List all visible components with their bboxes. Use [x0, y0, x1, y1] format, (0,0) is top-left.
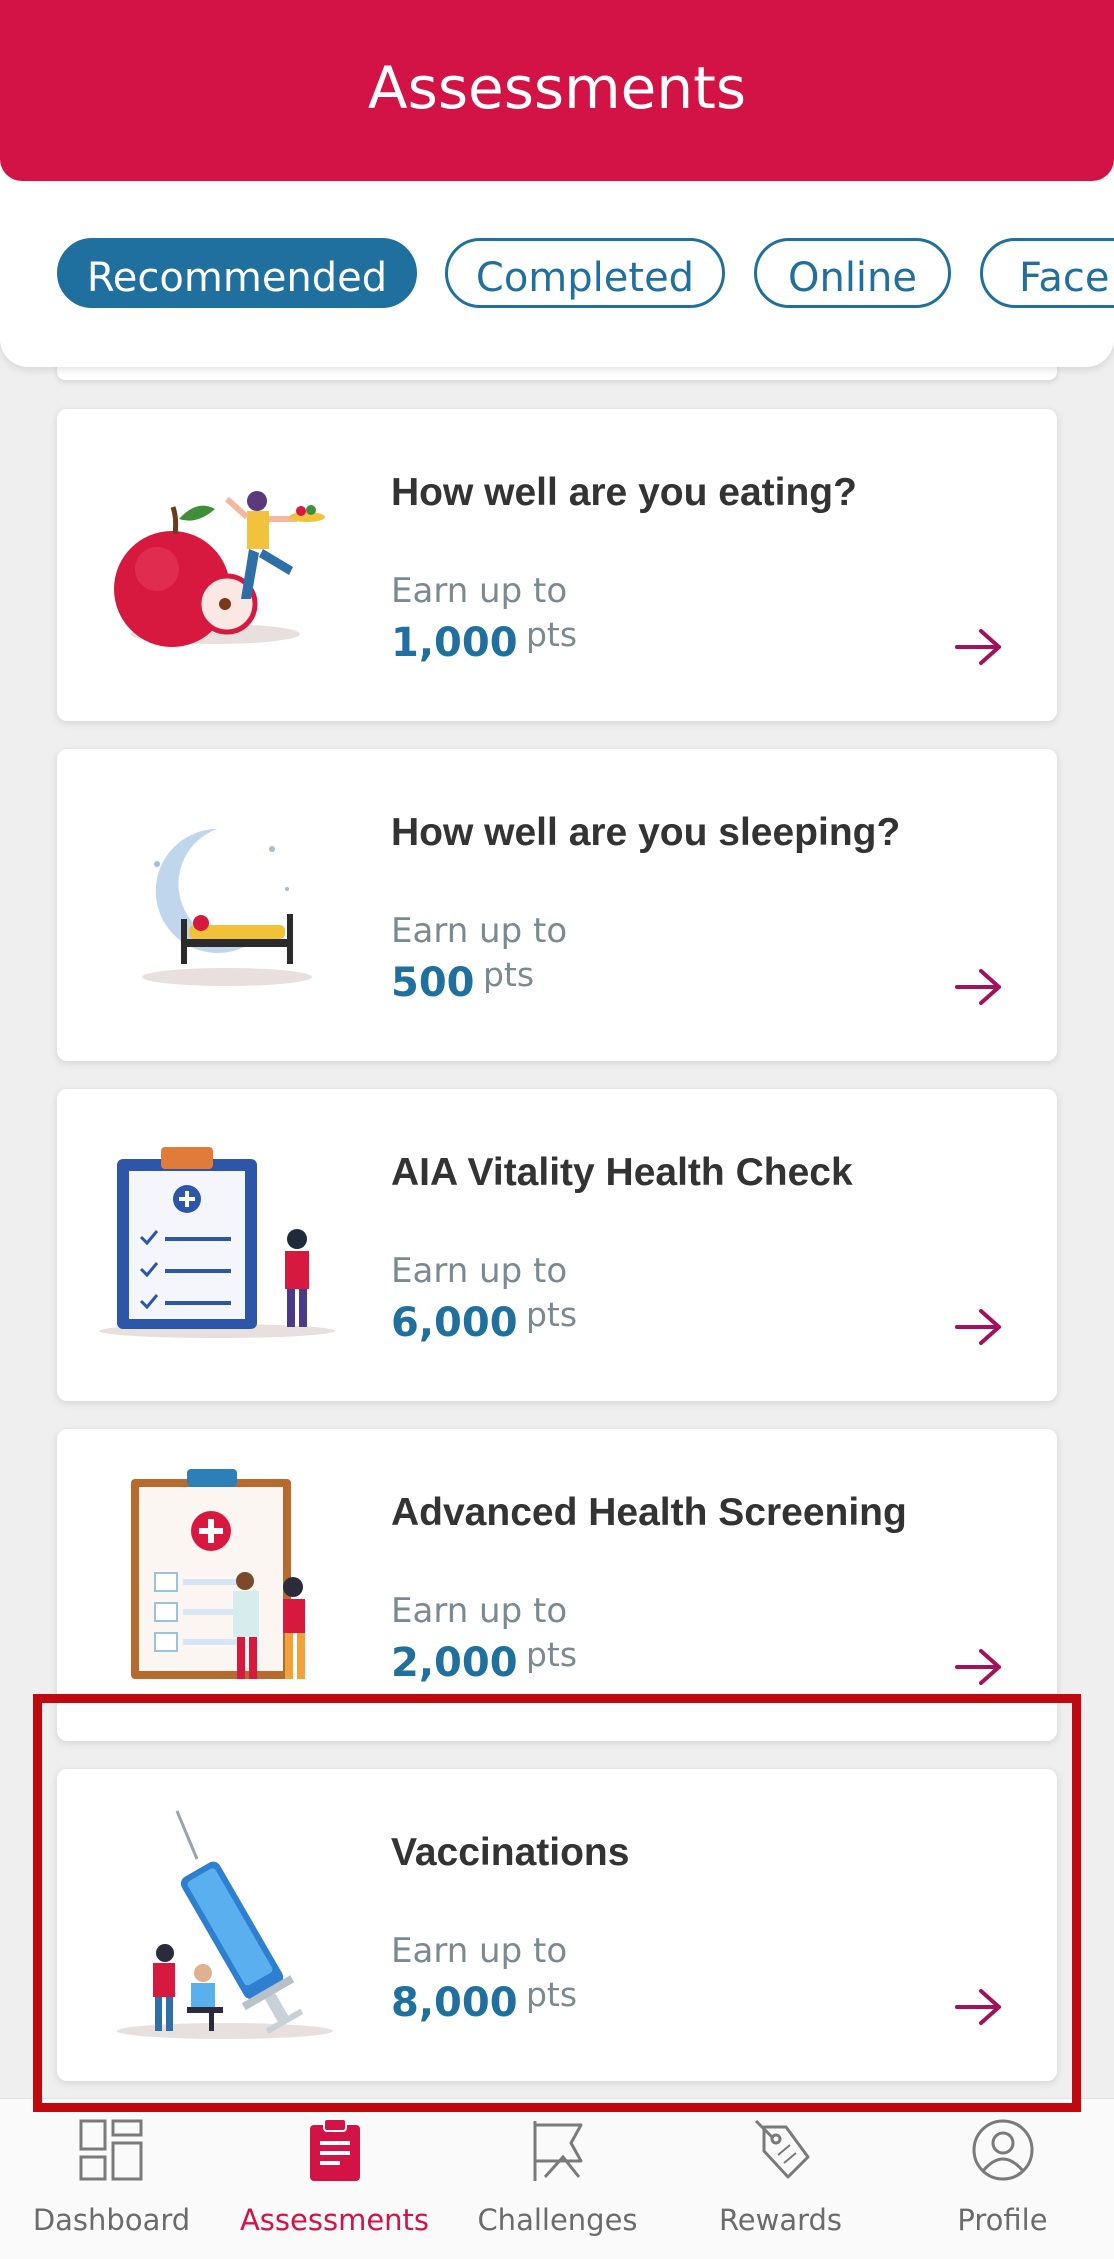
- card-points-row: 2,000 pts: [391, 1635, 577, 1686]
- nav-label: Challenges: [477, 2203, 638, 2237]
- filter-bar: Recommended Completed Online Face: [0, 150, 1114, 367]
- filter-chip-face[interactable]: Face: [980, 238, 1114, 308]
- nav-label: Rewards: [718, 2203, 843, 2237]
- nav-item-challenges[interactable]: Challenges: [446, 2099, 669, 2259]
- card-title: How well are you sleeping?: [391, 811, 901, 854]
- filter-chip-completed[interactable]: Completed: [445, 238, 725, 308]
- filter-chip-recommended[interactable]: Recommended: [57, 238, 417, 308]
- card-points-row: 8,000 pts: [391, 1975, 577, 2026]
- assessment-card-sleeping[interactable]: How well are you sleeping? Earn up to 50…: [57, 749, 1057, 1061]
- card-points-unit: pts: [525, 1975, 578, 2014]
- arrow-right-icon[interactable]: [955, 967, 1003, 1007]
- card-points: 6,000: [391, 1300, 518, 1346]
- card-points-unit: pts: [525, 1295, 578, 1334]
- assessment-card-health-check[interactable]: AIA Vitality Health Check Earn up to 6,0…: [57, 1089, 1057, 1401]
- arrow-right-icon[interactable]: [955, 1307, 1003, 1347]
- arrow-right-icon[interactable]: [955, 627, 1003, 667]
- card-points-unit: pts: [482, 955, 535, 994]
- page-title: Assessments: [367, 53, 747, 122]
- clipboard-doctor-illustration: [131, 1469, 305, 1679]
- clipboard-icon: [309, 2118, 360, 2181]
- arrow-right-icon[interactable]: [955, 1987, 1003, 2027]
- card-points-row: 6,000 pts: [391, 1295, 577, 1346]
- nav-item-assessments[interactable]: Assessments: [223, 2099, 446, 2259]
- syringe-illustration: [117, 1810, 333, 2039]
- app-header: Assessments: [0, 0, 1114, 181]
- nav-item-profile[interactable]: Profile: [891, 2099, 1114, 2259]
- dashboard-icon: [79, 2119, 142, 2181]
- nav-item-dashboard[interactable]: Dashboard: [0, 2099, 223, 2259]
- card-earn-label: Earn up to: [391, 1931, 568, 1971]
- assessment-card-advanced-screening[interactable]: Advanced Health Screening Earn up to 2,0…: [57, 1429, 1057, 1741]
- flag-icon: [533, 2121, 582, 2181]
- card-points-unit: pts: [525, 615, 578, 654]
- card-title: How well are you eating?: [391, 471, 857, 514]
- nav-label: Dashboard: [32, 2203, 191, 2237]
- moon-bed-illustration: [142, 829, 312, 986]
- nav-item-rewards[interactable]: Rewards: [669, 2099, 892, 2259]
- arrow-right-icon[interactable]: [955, 1647, 1003, 1687]
- card-title: AIA Vitality Health Check: [391, 1151, 853, 1194]
- filter-chip-online[interactable]: Online: [754, 238, 951, 308]
- nav-label: Profile: [957, 2203, 1048, 2237]
- card-points-row: 500 pts: [391, 955, 534, 1006]
- card-title: Advanced Health Screening: [391, 1491, 907, 1534]
- apple-person-illustration: [114, 491, 325, 647]
- card-points: 500: [391, 960, 475, 1006]
- card-earn-label: Earn up to: [391, 571, 568, 611]
- card-earn-label: Earn up to: [391, 1591, 568, 1631]
- clipboard-person-illustration: [99, 1147, 335, 1338]
- profile-icon: [972, 2119, 1033, 2181]
- card-points: 1,000: [391, 620, 518, 666]
- card-points-row: 1,000 pts: [391, 615, 577, 666]
- card-points: 2,000: [391, 1640, 518, 1686]
- card-points: 8,000: [391, 1980, 518, 2026]
- tag-icon: [754, 2119, 809, 2179]
- card-earn-label: Earn up to: [391, 911, 568, 951]
- assessment-card-vaccinations[interactable]: Vaccinations Earn up to 8,000 pts: [57, 1769, 1057, 2081]
- card-points-unit: pts: [525, 1635, 578, 1674]
- assessment-card-eating[interactable]: How well are you eating? Earn up to 1,00…: [57, 409, 1057, 721]
- card-earn-label: Earn up to: [391, 1251, 568, 1291]
- card-title: Vaccinations: [391, 1831, 630, 1874]
- nav-label: Assessments: [239, 2203, 430, 2237]
- bottom-nav: Dashboard Assessments Challenges Rewards: [0, 2098, 1114, 2259]
